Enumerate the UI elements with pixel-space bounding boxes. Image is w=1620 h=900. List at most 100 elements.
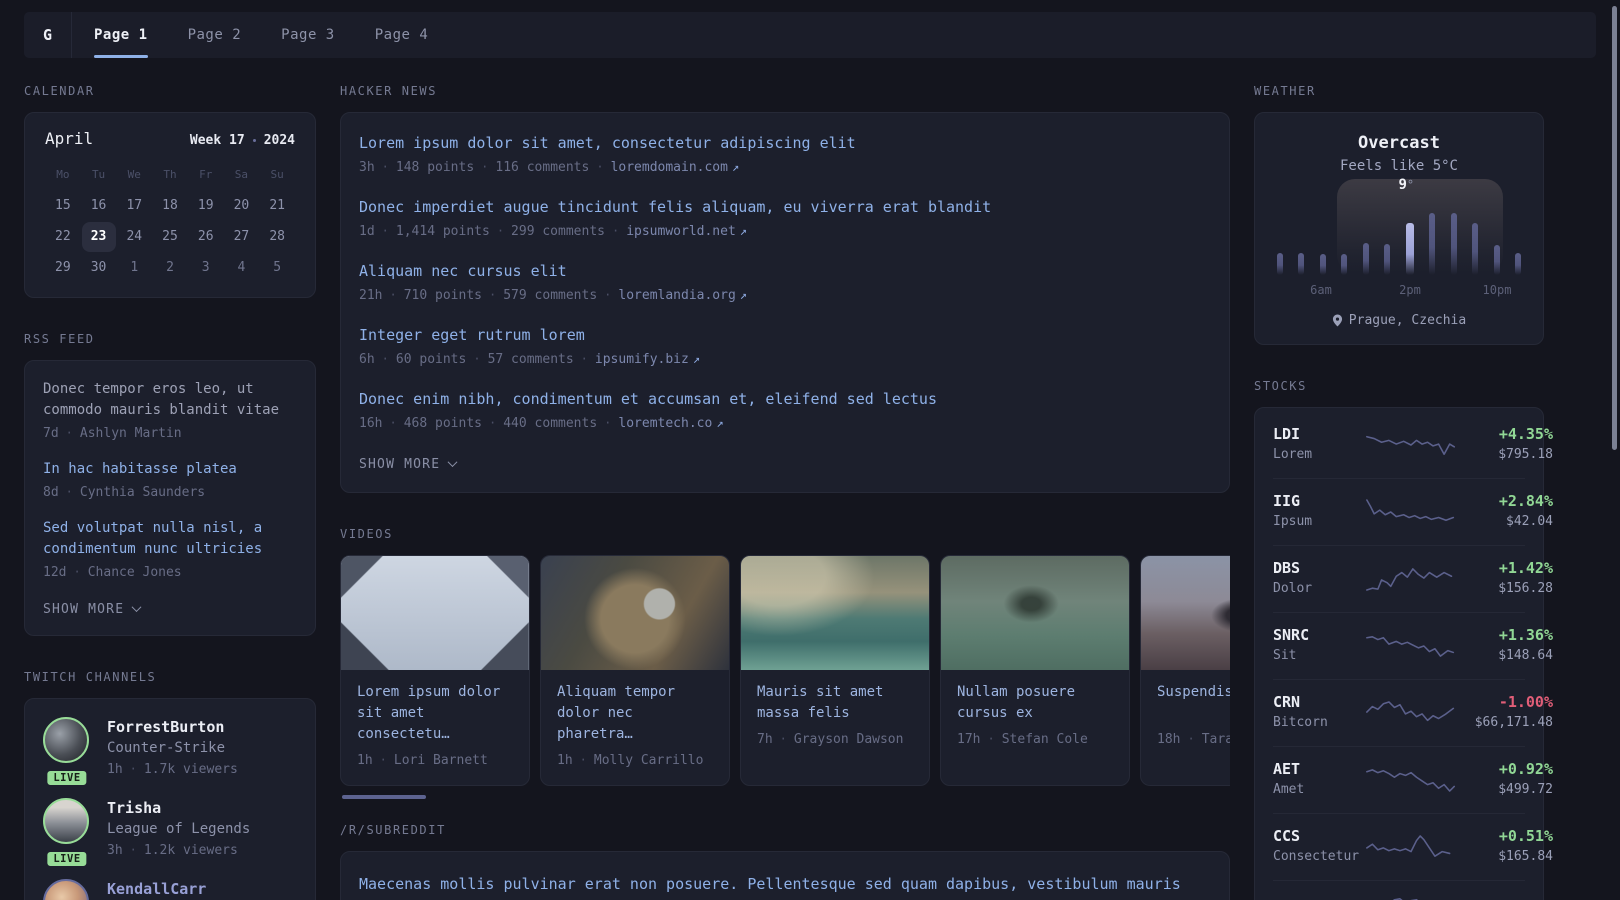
tab-page-2[interactable]: Page 2	[188, 12, 242, 58]
tab-page-3[interactable]: Page 3	[281, 12, 335, 58]
video-carousel[interactable]: Lorem ipsum dolor sit amet consectetu… 1h…	[340, 555, 1230, 786]
video-title-link[interactable]: Nullam posuere cursus ex	[957, 682, 1113, 724]
video-thumbnail[interactable]	[741, 556, 929, 670]
hackernews-domain-link[interactable]: loremtech.co ↗	[618, 415, 723, 432]
video-thumbnail[interactable]	[941, 556, 1129, 670]
stock-ticker[interactable]: CRN	[1273, 692, 1365, 713]
video-title-link[interactable]: Aliquam tempor dolor nec pharetra…	[557, 682, 713, 745]
meta-text: 1h	[557, 753, 573, 768]
chevron-down-icon	[131, 601, 142, 612]
video-title-link[interactable]: Suspendisse diam	[1157, 682, 1230, 724]
hackernews-domain-link[interactable]: loremdomain.com ↗	[611, 159, 740, 176]
weather-bar	[1341, 254, 1348, 275]
rss-item-link[interactable]: In hac habitasse platea	[43, 459, 297, 480]
stock-name: Amet	[1273, 782, 1305, 797]
separator-dot: ·	[129, 762, 137, 776]
meta-text: 21h	[359, 288, 383, 303]
video-card[interactable]: Suspendisse diam 18h · Tara	[1140, 555, 1230, 786]
stocks-list: LDI Lorem +4.35% $795.18 IIG Ipsum +2.84% $42.0…	[1273, 412, 1553, 900]
video-card[interactable]: Nullam posuere cursus ex 17h · Stefan Cole	[940, 555, 1130, 786]
separator-dot: ·	[381, 160, 389, 174]
stock-ticker[interactable]: IIG	[1273, 491, 1365, 512]
stock-row[interactable]: DBS Dolor +1.42% $156.28	[1273, 545, 1553, 612]
separator-dot: ·	[779, 732, 787, 746]
rss-widget: RSS FEED Donec tempor eros leo, ut commo…	[24, 332, 316, 636]
stock-row[interactable]: CRN Bitcorn -1.00% $66,171.48	[1273, 679, 1553, 746]
weather-time-label: 6am	[1310, 283, 1332, 297]
stock-price: $156.28	[1498, 581, 1553, 596]
stock-row[interactable]: AET Amet +0.92% $499.72	[1273, 746, 1553, 813]
stock-ticker[interactable]: LDI	[1273, 424, 1365, 445]
rss-item: Donec tempor eros leo, ut commodo mauris…	[43, 379, 297, 442]
twitch-channel-row[interactable]: LIVE Trisha League of Legends 3h · 1.2k viewe…	[43, 798, 297, 868]
calendar-week-number: Week 17	[189, 133, 245, 148]
stock-name: Sit	[1273, 648, 1297, 663]
hackernews-domain-link[interactable]: ipsumworld.net ↗	[626, 223, 747, 240]
calendar-day: 15	[55, 198, 71, 213]
stock-ticker[interactable]: DBS	[1273, 558, 1365, 579]
calendar-day-selected: 23	[81, 221, 117, 252]
calendar-week: Week 17 2024	[190, 133, 295, 148]
stock-ticker[interactable]: CCS	[1273, 826, 1365, 847]
stocks-card: LDI Lorem +4.35% $795.18 IIG Ipsum +2.84% $42.0…	[1254, 407, 1553, 900]
twitch-channel-row[interactable]: LIVE ForrestBurton Counter-Strike 1h · 1.7k v…	[43, 717, 297, 787]
hackernews-show-more-button[interactable]: SHOW MORE	[359, 456, 458, 472]
meta-text: 1h	[357, 753, 373, 768]
stock-ticker[interactable]: SNRC	[1273, 625, 1365, 646]
stock-row[interactable]: CCS Consectetur +0.51% $165.84	[1273, 813, 1553, 880]
calendar-day: 27	[233, 229, 250, 244]
hackernews-item: Donec enim nibh, condimentum et accumsan…	[359, 389, 1211, 432]
meta-text: 710 points	[403, 288, 482, 303]
video-card[interactable]: Lorem ipsum dolor sit amet consectetu… 1h…	[340, 555, 530, 786]
video-card[interactable]: Mauris sit amet massa felis 7h · Grayson Da…	[740, 555, 930, 786]
rss-item-meta: 12d · Chance Jones	[43, 564, 297, 581]
stock-values: +2.84% $42.04	[1457, 491, 1553, 532]
video-card-body: Suspendisse diam 18h · Tara	[1141, 670, 1230, 764]
stock-change: -1.00%	[1498, 693, 1553, 711]
meta-text: 8d	[43, 485, 59, 500]
twitch-channel-name[interactable]: KendallCarr	[107, 879, 206, 900]
hackernews-item-link[interactable]: Lorem ipsum dolor sit amet, consectetur …	[359, 133, 1211, 154]
hackernews-item: Lorem ipsum dolor sit amet, consectetur …	[359, 133, 1211, 176]
subreddit-post-link[interactable]: Maecenas mollis pulvinar erat non posuer…	[359, 872, 1211, 900]
external-link-icon: ↗	[739, 224, 748, 238]
video-thumbnail[interactable]	[1141, 556, 1230, 670]
video-carousel-scrollbar[interactable]	[342, 795, 426, 799]
stock-row[interactable]: LDI Lorem +4.35% $795.18	[1273, 412, 1553, 478]
stock-row[interactable]: SNRC Sit +1.36% $148.64	[1273, 612, 1553, 679]
stock-row[interactable]: IIG Ipsum +2.84% $42.04	[1273, 478, 1553, 545]
stock-row[interactable]: AHS+0.46%	[1273, 880, 1553, 900]
video-thumbnail[interactable]	[541, 556, 729, 670]
video-card[interactable]: Aliquam tempor dolor nec pharetra… 1h · Mol…	[540, 555, 730, 786]
calendar-day-header: Fr	[199, 168, 213, 181]
video-title-link[interactable]: Lorem ipsum dolor sit amet consectetu…	[357, 682, 513, 745]
twitch-channel-name[interactable]: ForrestBurton	[107, 717, 238, 738]
hackernews-item-link[interactable]: Donec enim nibh, condimentum et accumsan…	[359, 389, 1211, 410]
twitch-channel-info: Trisha League of Legends 3h · 1.2k viewers	[107, 798, 250, 859]
stock-sparkline	[1366, 498, 1455, 521]
video-thumbnail[interactable]	[341, 556, 529, 670]
hackernews-item-link[interactable]: Donec imperdiet augue tincidunt felis al…	[359, 197, 1211, 218]
rss-item-link[interactable]: Donec tempor eros leo, ut commodo mauris…	[43, 379, 297, 421]
rss-show-more-button[interactable]: SHOW MORE	[43, 601, 142, 617]
hackernews-domain-link[interactable]: loremlandia.org ↗	[618, 287, 747, 304]
rss-item: Sed volutpat nulla nisl, a condimentum n…	[43, 518, 297, 581]
hackernews-item-link[interactable]: Integer eget rutrum lorem	[359, 325, 1211, 346]
rss-list: Donec tempor eros leo, ut commodo mauris…	[43, 379, 297, 581]
twitch-channel-row[interactable]: KendallCarr	[43, 879, 297, 900]
page-scrollbar[interactable]	[1612, 6, 1617, 450]
stock-ticker[interactable]: AET	[1273, 759, 1365, 780]
hackernews-item-link[interactable]: Aliquam nec cursus elit	[359, 261, 1211, 282]
tab-page-1[interactable]: Page 1	[94, 12, 148, 58]
twitch-channel-name[interactable]: Trisha	[107, 798, 250, 819]
app-logo[interactable]: G	[24, 12, 71, 58]
live-badge: LIVE	[45, 769, 89, 787]
twitch-avatar-wrap: LIVE	[43, 717, 91, 787]
video-title-link[interactable]: Mauris sit amet massa felis	[757, 682, 913, 724]
meta-text: 1,414 points	[395, 224, 490, 239]
tab-page-4[interactable]: Page 4	[375, 12, 429, 58]
hackernews-domain-link[interactable]: ipsumify.biz ↗	[595, 351, 700, 368]
stock-identity: SNRC Sit	[1273, 625, 1365, 666]
video-meta: 1h · Lori Barnett	[357, 752, 513, 769]
rss-item-link[interactable]: Sed volutpat nulla nisl, a condimentum n…	[43, 518, 297, 560]
